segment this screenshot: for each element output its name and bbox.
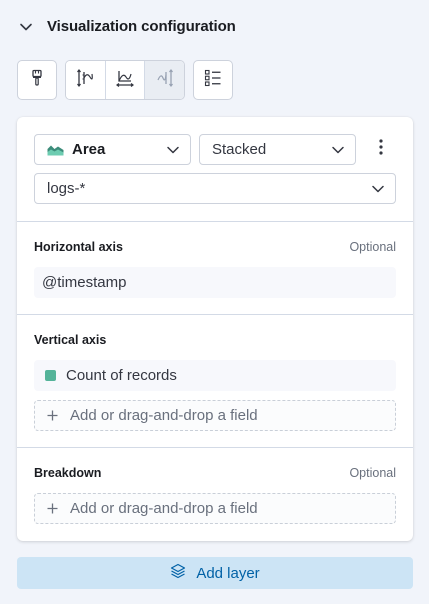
chevron-down-icon	[371, 182, 385, 196]
config-title: Visualization configuration	[47, 18, 236, 35]
add-layer-button[interactable]: Add layer	[17, 557, 413, 589]
add-vertical-field-button[interactable]: Add or drag-and-drop a field	[34, 400, 396, 431]
chart-type-label: Area	[72, 141, 106, 158]
horizontal-axis-field-label: @timestamp	[42, 274, 127, 291]
layer-actions-button[interactable]	[374, 138, 388, 160]
vertical-axis-field[interactable]: Count of records	[34, 360, 396, 391]
area-chart-icon	[47, 143, 64, 156]
stack-mode-select[interactable]: Stacked	[199, 134, 356, 165]
right-axis-icon	[156, 68, 174, 93]
horizontal-axis-field[interactable]: @timestamp	[34, 267, 396, 298]
layers-icon	[170, 563, 186, 583]
more-vertical-icon	[379, 138, 383, 160]
optional-label: Optional	[349, 240, 396, 254]
bottom-axis-button[interactable]	[105, 61, 146, 99]
left-axis-button[interactable]	[66, 61, 106, 99]
plus-icon	[46, 410, 58, 422]
add-field-label: Add or drag-and-drop a field	[70, 500, 258, 517]
chevron-down-icon	[18, 19, 34, 35]
vertical-axis-title: Vertical axis	[34, 333, 107, 347]
config-section-toggle[interactable]: Visualization configuration	[18, 18, 236, 35]
axis-settings-group	[65, 60, 185, 100]
breakdown-title: Breakdown	[34, 466, 102, 480]
vertical-axis-field-label: Count of records	[66, 367, 177, 384]
right-axis-button[interactable]	[145, 61, 184, 99]
series-color-swatch	[45, 370, 56, 381]
data-view-select[interactable]: logs-*	[34, 173, 396, 204]
left-axis-icon	[76, 68, 94, 93]
chart-type-select[interactable]: Area	[34, 134, 191, 165]
paintbrush-icon	[29, 69, 45, 92]
chevron-down-icon	[331, 143, 345, 157]
data-view-label: logs-*	[47, 180, 86, 197]
appearance-button[interactable]	[17, 60, 57, 100]
chevron-down-icon	[166, 143, 180, 157]
vertical-axis-section: Vertical axis Count of records Add or dr…	[17, 314, 413, 448]
layer-panel: Area Stacked logs-* Horizontal axis Opti…	[17, 117, 413, 541]
horizontal-axis-title: Horizontal axis	[34, 240, 123, 254]
bottom-axis-icon	[115, 69, 135, 92]
add-layer-label: Add layer	[196, 564, 260, 582]
add-breakdown-field-button[interactable]: Add or drag-and-drop a field	[34, 493, 396, 524]
breakdown-section: Breakdown Optional Add or drag-and-drop …	[17, 447, 413, 541]
legend-icon	[204, 69, 222, 92]
optional-label: Optional	[349, 466, 396, 480]
legend-button[interactable]	[193, 60, 233, 100]
plus-icon	[46, 503, 58, 515]
horizontal-axis-section: Horizontal axis Optional @timestamp	[17, 221, 413, 315]
add-field-label: Add or drag-and-drop a field	[70, 407, 258, 424]
visualization-config-panel: Visualization configuration Area Stacked…	[0, 0, 429, 604]
stack-mode-label: Stacked	[212, 141, 267, 158]
